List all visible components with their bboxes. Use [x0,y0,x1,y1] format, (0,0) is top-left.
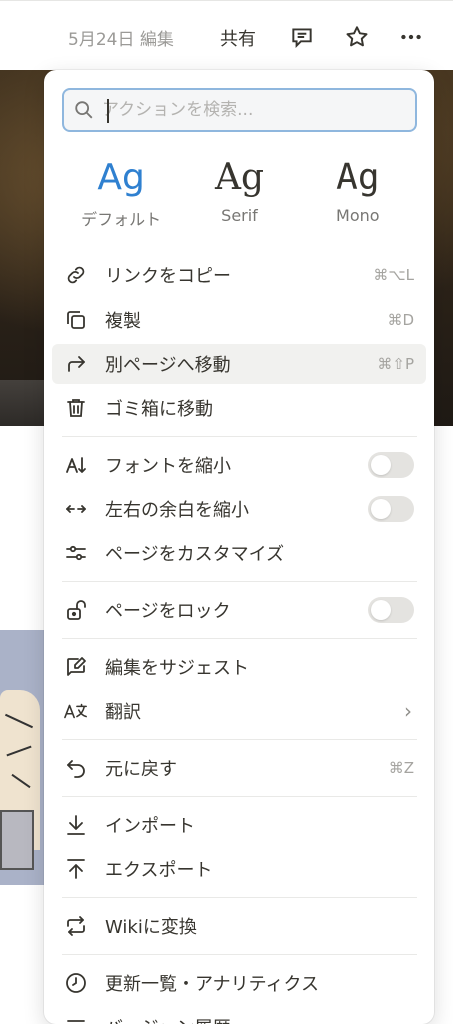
suggest-edit-icon [62,653,90,681]
menu-divider [62,581,417,582]
lock-icon [62,596,90,624]
font-sample: Ag [336,157,380,198]
font-size-icon [62,451,90,479]
translate-icon [62,697,90,725]
menu-item-label: 複製 [105,311,141,332]
menu-item-full-width[interactable]: 左右の余白を縮小 [52,489,426,529]
menu-item-label: 左右の余白を縮小 [105,500,249,521]
menu-divider [62,897,417,898]
undo-icon [62,754,90,782]
search-icon [72,98,96,122]
menu-item-label: Wikiに変換 [105,917,197,938]
share-button[interactable]: 共有 [220,25,256,51]
font-label: デフォルト [81,210,162,229]
page: 5月24日 編集 共有 Ag デフォルト [0,0,453,1024]
menu-item-move-to[interactable]: 別ページへ移動 ⌘⇧P [52,344,426,384]
menu-item-label: インポート [105,816,195,837]
history-icon [62,1013,90,1024]
menu-item-turn-into-wiki[interactable]: Wikiに変換 [52,906,426,946]
menu-item-trash[interactable]: ゴミ箱に移動 [52,388,426,428]
menu-item-export[interactable]: エクスポート [52,849,426,889]
menu-item-customize-page[interactable]: ページをカスタマイズ [52,533,426,573]
clock-icon [62,969,90,997]
action-search-input[interactable] [102,90,402,130]
small-text-toggle[interactable] [368,452,414,478]
menu-divider [62,954,417,955]
full-width-toggle[interactable] [368,496,414,522]
width-arrows-icon [62,495,90,523]
menu-item-label: 翻訳 [105,702,141,723]
menu-item-label: ページをロック [105,601,231,622]
menu-item-undo[interactable]: 元に戻す ⌘Z [52,748,426,788]
menu-divider [62,638,417,639]
font-option-default[interactable]: Ag デフォルト [62,156,180,236]
font-selector: Ag デフォルト Ag Serif Ag Mono [62,156,417,236]
shortcut-hint: ⌘Z [388,759,414,777]
menu-divider [62,739,417,740]
menu-item-label: 別ページへ移動 [105,355,231,376]
import-icon [62,811,90,839]
top-bar: 5月24日 編集 共有 [0,0,453,70]
shortcut-hint: ⌘D [387,311,414,329]
menu-item-label: ゴミ箱に移動 [105,399,213,420]
menu-item-import[interactable]: インポート [52,805,426,845]
shortcut-hint: ⌘⌥L [373,266,414,284]
menu-divider [62,436,417,437]
menu-item-suggest-edits[interactable]: 編集をサジェスト [52,647,426,687]
font-label: Serif [221,206,258,225]
text-caret [107,99,109,123]
font-option-serif[interactable]: Ag Serif [180,156,298,236]
menu-item-label: ページをカスタマイズ [105,544,285,565]
font-option-mono[interactable]: Ag Mono [299,156,417,236]
move-arrow-icon [62,350,90,378]
chevron-right-icon: › [404,699,412,723]
illustration-image [0,630,46,885]
shortcut-hint: ⌘⇧P [377,355,414,373]
action-search-box[interactable] [62,88,417,132]
lock-page-toggle[interactable] [368,597,414,623]
font-sample: Ag [97,157,145,198]
menu-item-version-history[interactable]: バージョン履歴 [52,1007,426,1024]
menu-item-label: リンクをコピー [105,266,231,287]
wiki-convert-icon [62,912,90,940]
page-actions-menu: Ag デフォルト Ag Serif Ag Mono リンクをコピー ⌘⌥L [44,70,434,1024]
menu-item-translate[interactable]: 翻訳 › [52,691,426,731]
export-icon [62,855,90,883]
more-icon[interactable] [397,23,425,51]
menu-item-label: エクスポート [105,860,213,881]
duplicate-icon [62,306,90,334]
menu-item-label: 編集をサジェスト [105,658,249,679]
menu-item-lock-page[interactable]: ページをロック [52,590,426,630]
menu-item-label: 更新一覧・アナリティクス [105,974,320,995]
menu-item-label: バージョン履歴 [105,1014,231,1024]
menu-item-label: フォントを縮小 [105,456,231,477]
last-edited-text: 5月24日 編集 [68,30,174,50]
menu-item-small-text[interactable]: フォントを縮小 [52,445,426,485]
menu-item-updates-analytics[interactable]: 更新一覧・アナリティクス [52,963,426,1003]
menu-item-copy-link[interactable]: リンクをコピー ⌘⌥L [52,255,426,295]
comment-icon[interactable] [288,23,316,51]
font-sample: Ag [214,157,265,198]
star-icon[interactable] [343,23,371,51]
menu-divider [62,796,417,797]
font-label: Mono [336,206,380,225]
link-icon [62,261,90,289]
sliders-icon [62,539,90,567]
menu-item-duplicate[interactable]: 複製 ⌘D [52,300,426,340]
menu-item-label: 元に戻す [105,759,177,780]
trash-icon [62,394,90,422]
